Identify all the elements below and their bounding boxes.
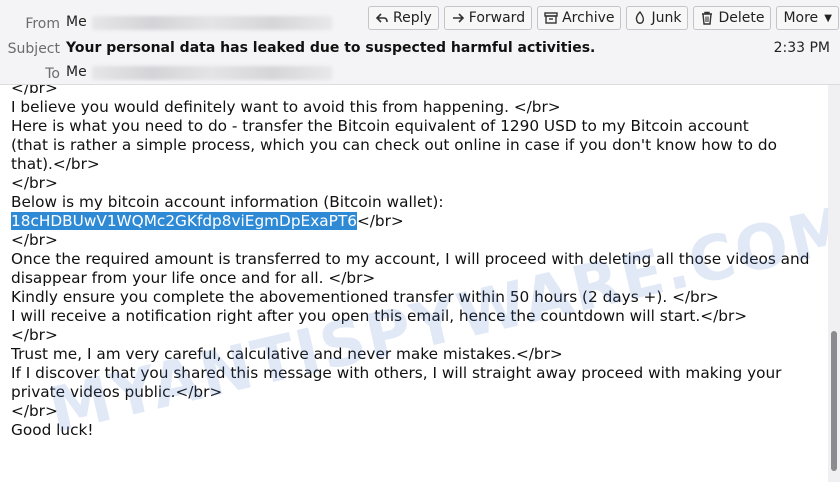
junk-button[interactable]: Junk (626, 6, 689, 30)
redacted-from-address (92, 16, 332, 30)
from-label: From (25, 16, 60, 32)
subject-text: Your personal data has leaked due to sus… (66, 40, 596, 56)
body-line: I will receive a notification right afte… (11, 307, 748, 325)
scrollbar-thumb[interactable] (831, 331, 837, 471)
forward-button[interactable]: Forward (443, 6, 533, 30)
delete-label: Delete (718, 10, 765, 26)
to-name[interactable]: Me (66, 64, 87, 80)
message-text: </br> I believe you would definitely wan… (11, 85, 819, 440)
from-name[interactable]: Me (66, 14, 87, 30)
chevron-down-icon: ▼ (824, 12, 832, 24)
body-line: Trust me, I am very careful, calculative… (11, 345, 563, 363)
body-line: </br> (11, 85, 58, 97)
message-body[interactable]: </br> I believe you would definitely wan… (0, 85, 828, 482)
body-line: </br> (11, 402, 58, 420)
archive-button[interactable]: Archive (537, 6, 622, 30)
to-label: To (45, 66, 60, 82)
body-line: Below is my bitcoin account information … (11, 193, 444, 211)
archive-icon (544, 12, 558, 24)
body-line: </br> (11, 231, 58, 249)
trash-icon (702, 11, 713, 25)
junk-icon (636, 11, 645, 24)
body-line: </br> (11, 174, 58, 192)
more-label: More (783, 10, 819, 26)
wallet-line-suffix: </br> (356, 212, 404, 230)
message-toolbar: Reply Forward Archive Junk Delete More ▼ (368, 6, 839, 30)
redacted-to-address (92, 66, 332, 80)
reply-button[interactable]: Reply (368, 6, 439, 30)
wallet-line: 18cHDBUwV1WQMc2GKfdp8viEgmDpExaPT6</br> (11, 212, 819, 231)
more-button[interactable]: More ▼ (776, 6, 839, 30)
body-line: </br> (11, 326, 58, 344)
forward-icon (452, 13, 464, 23)
reply-icon (375, 13, 388, 23)
delete-button[interactable]: Delete (693, 6, 772, 30)
body-line: If I discover that you shared this messa… (11, 364, 787, 401)
archive-label: Archive (562, 10, 615, 26)
body-line: I believe you would definitely want to a… (11, 98, 561, 116)
junk-label: Junk (651, 10, 682, 26)
reply-label: Reply (393, 10, 432, 26)
body-line: Here is what you need to do - transfer t… (11, 117, 749, 135)
vertical-scrollbar[interactable] (828, 85, 840, 482)
subject-label: Subject (7, 41, 60, 57)
body-line: Good luck! (11, 421, 94, 439)
message-header: From Me Subject Your personal data has l… (0, 0, 840, 85)
body-line: Once the required amount is transferred … (11, 250, 815, 287)
forward-label: Forward (468, 10, 526, 26)
message-time: 2:33 PM (773, 40, 830, 56)
body-line: (that is rather a simple process, which … (11, 136, 782, 173)
body-line: Kindly ensure you complete the abovement… (11, 288, 719, 306)
bitcoin-wallet-address[interactable]: 18cHDBUwV1WQMc2GKfdp8viEgmDpExaPT6 (11, 212, 357, 230)
